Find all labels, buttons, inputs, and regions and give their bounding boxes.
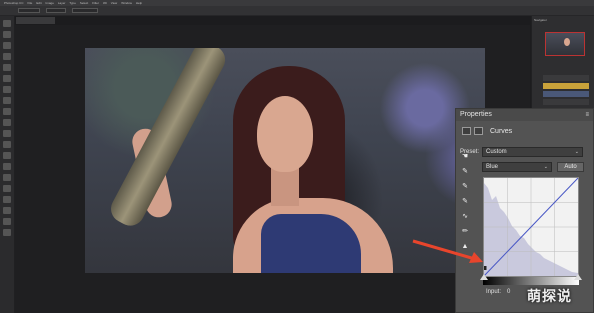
preset-select[interactable]: Custom ⌄ xyxy=(482,147,583,157)
layer-row[interactable] xyxy=(543,83,589,89)
hand-tool-icon[interactable] xyxy=(3,218,11,225)
gray-point-eyedropper-icon[interactable]: ✎ xyxy=(460,182,470,191)
chevron-down-icon: ⌄ xyxy=(543,164,548,170)
properties-panel: Properties ≡ Curves Preset: Custom ⌄ ☚ ✎… xyxy=(455,108,594,313)
white-input-slider[interactable] xyxy=(574,274,582,280)
lasso-tool-icon[interactable] xyxy=(3,42,11,49)
curve-edit-points-icon[interactable]: ∿ xyxy=(460,212,470,221)
curves-graph-svg xyxy=(484,178,578,276)
pen-tool-icon[interactable] xyxy=(3,174,11,181)
layer-row[interactable] xyxy=(543,99,589,105)
input-label: Input: xyxy=(486,289,502,295)
chevron-down-icon: ⌄ xyxy=(574,149,579,155)
crop-tool-icon[interactable] xyxy=(3,64,11,71)
layer-mask-icon[interactable] xyxy=(474,127,483,135)
dodge-tool-icon[interactable] xyxy=(3,163,11,170)
watermark-text: 萌探说 xyxy=(527,288,572,304)
adjustment-icons xyxy=(462,127,483,135)
auto-button[interactable]: Auto xyxy=(557,162,584,172)
photo-dress xyxy=(261,214,361,273)
panel-menu-icon[interactable]: ≡ xyxy=(585,112,589,118)
photo-neck xyxy=(271,166,299,206)
properties-panel-title[interactable]: Properties xyxy=(456,109,593,121)
layer-row[interactable] xyxy=(543,91,589,97)
target-adjust-icon[interactable]: ☚ xyxy=(460,152,470,161)
properties-title-label: Properties xyxy=(460,111,492,118)
document-tab[interactable] xyxy=(16,17,55,24)
navigator-thumbnail[interactable] xyxy=(545,32,585,56)
black-point-eyedropper-icon[interactable]: ✎ xyxy=(460,167,470,176)
option-dropdown[interactable] xyxy=(46,8,66,13)
input-value[interactable]: 0 xyxy=(507,289,510,295)
marquee-tool-icon[interactable] xyxy=(3,31,11,38)
blur-tool-icon[interactable] xyxy=(3,152,11,159)
black-input-slider[interactable] xyxy=(480,274,488,280)
preset-value: Custom xyxy=(486,149,507,155)
layers-list xyxy=(543,75,589,105)
tool-preset-picker[interactable] xyxy=(18,8,40,13)
photo-face xyxy=(257,96,313,172)
option-dropdown[interactable] xyxy=(72,8,98,13)
move-tool-icon[interactable] xyxy=(3,20,11,27)
pencil-draw-icon[interactable]: ✏ xyxy=(460,227,470,236)
channel-value: Blue xyxy=(486,164,499,170)
adjustment-name: Curves xyxy=(490,128,513,135)
stamp-tool-icon[interactable] xyxy=(3,108,11,115)
history-brush-tool-icon[interactable] xyxy=(3,119,11,126)
white-point-eyedropper-icon[interactable]: ✎ xyxy=(460,197,470,206)
path-select-tool-icon[interactable] xyxy=(3,196,11,203)
quick-select-tool-icon[interactable] xyxy=(3,53,11,60)
navigator-panel-title[interactable]: Navigator xyxy=(534,17,592,23)
zoom-tool-icon[interactable] xyxy=(3,229,11,236)
eyedropper-tool-icon[interactable] xyxy=(3,75,11,82)
input-gradient-slider[interactable] xyxy=(483,277,579,285)
healing-tool-icon[interactable] xyxy=(3,86,11,93)
gradient-tool-icon[interactable] xyxy=(3,141,11,148)
curves-adjustment-icon[interactable] xyxy=(462,127,471,135)
shape-tool-icon[interactable] xyxy=(3,207,11,214)
layer-row[interactable] xyxy=(543,75,589,81)
options-bar xyxy=(0,6,594,16)
curves-graph[interactable] xyxy=(483,177,579,277)
toolbox xyxy=(0,16,15,313)
eraser-tool-icon[interactable] xyxy=(3,130,11,137)
type-tool-icon[interactable] xyxy=(3,185,11,192)
annotation-arrow xyxy=(412,239,483,263)
brush-tool-icon[interactable] xyxy=(3,97,11,104)
channel-select[interactable]: Blue ⌄ xyxy=(482,162,552,172)
